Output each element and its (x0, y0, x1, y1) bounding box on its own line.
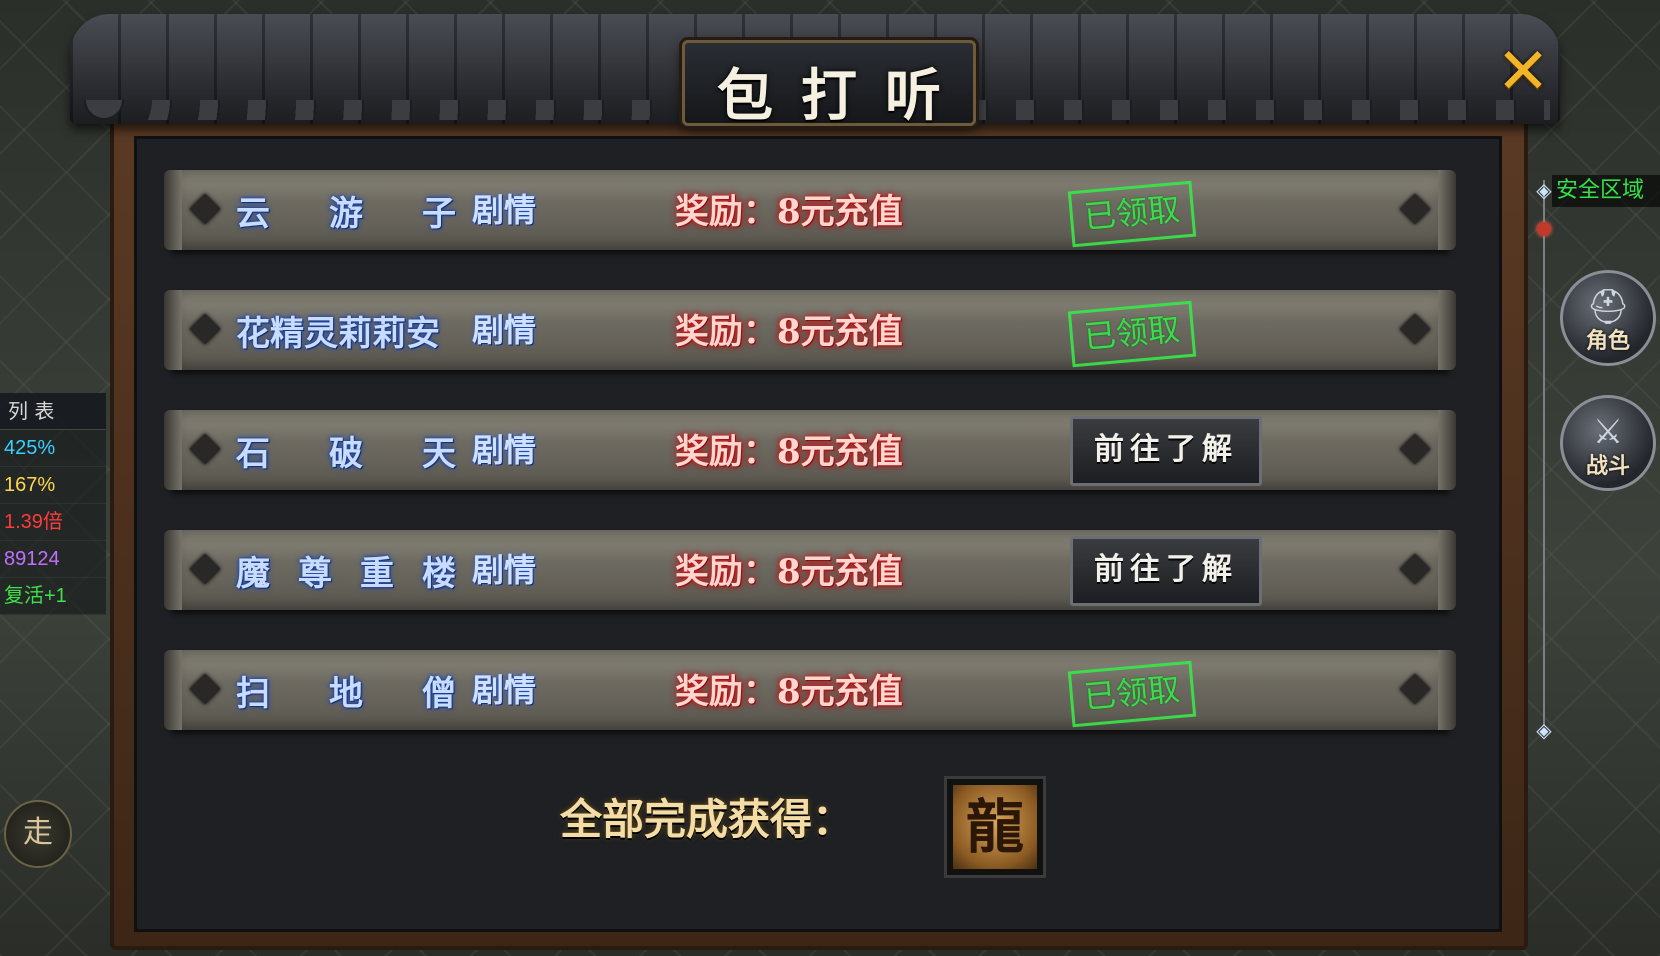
story-suffix: 剧情 (472, 551, 537, 589)
story-row: 花精灵莉莉安 剧情 奖励：8元充值 已领取 (164, 290, 1450, 370)
completion-footer: 全部完成获得： 龍 (134, 740, 1496, 910)
story-name-char: 破 (329, 433, 363, 474)
diamond-icon (189, 673, 221, 705)
diamond-icon (189, 313, 221, 345)
story-name-char: 重 (360, 553, 394, 594)
diamond-icon (189, 433, 221, 465)
crossed-swords-icon: ⚔ (1592, 412, 1624, 452)
complete-all-label: 全部完成获得： (560, 795, 855, 844)
story-name-char: 尊 (298, 553, 332, 594)
safe-zone-label: 安全区域 (1552, 175, 1660, 207)
story-name: 花精灵莉莉安 (236, 306, 456, 354)
story-name-char: 子 (422, 193, 456, 234)
intel-panel: 包打听 ✕ ◈ ◈ 云 游 子 剧情 奖励：8元充值 已领取 花精灵莉莉安 剧情… (70, 0, 1560, 956)
completion-reward-item[interactable]: 龍 (944, 776, 1046, 878)
story-name: 扫 地 僧 (236, 666, 456, 714)
story-suffix: 剧情 (472, 431, 537, 469)
story-name-char: 游 (329, 193, 363, 234)
story-name-char: 僧 (422, 673, 456, 714)
diamond-icon (189, 193, 221, 225)
dragon-icon: 龍 (953, 785, 1037, 869)
helmet-icon: ⛑ (1586, 287, 1630, 327)
story-name: 云 游 子 (236, 186, 456, 234)
story-name-char: 花精灵莉莉安 (236, 313, 440, 354)
diamond-icon (1399, 433, 1431, 465)
story-name-char: 楼 (422, 553, 456, 594)
diamond-icon (189, 553, 221, 585)
story-row: 扫 地 僧 剧情 奖励：8元充值 已领取 (164, 650, 1450, 730)
story-suffix: 剧情 (472, 311, 537, 349)
fight-button-label: 战斗 (1585, 454, 1630, 479)
go-learn-button[interactable]: 前往了解 (1070, 536, 1262, 606)
role-button[interactable]: ⛑ 角色 (1560, 270, 1656, 366)
story-row: 云 游 子 剧情 奖励：8元充值 已领取 (164, 170, 1450, 250)
story-suffix: 剧情 (472, 671, 537, 709)
close-button[interactable]: ✕ (1495, 40, 1551, 104)
story-name-char: 石 (236, 433, 270, 474)
story-name-char: 魔 (236, 553, 270, 594)
story-reward: 奖励：8元充值 (675, 432, 903, 472)
story-reward: 奖励：8元充值 (675, 192, 903, 232)
diamond-icon (1399, 193, 1431, 225)
go-learn-button[interactable]: 前往了解 (1070, 416, 1262, 486)
title-plate: 包打听 (682, 40, 976, 129)
story-reward: 奖励：8元充值 (675, 552, 903, 592)
story-suffix: 剧情 (472, 191, 537, 229)
scroll-up-icon[interactable]: ◈ (1534, 180, 1554, 200)
scrollbar-track[interactable] (1543, 180, 1545, 725)
story-name-char: 云 (236, 193, 270, 234)
story-reward: 奖励：8元充值 (675, 312, 903, 352)
story-name-char: 天 (422, 433, 456, 474)
panel-title: 包打听 (717, 63, 969, 129)
story-name-char: 地 (329, 673, 363, 714)
diamond-icon (1399, 553, 1431, 585)
role-button-label: 角色 (1585, 329, 1630, 354)
scroll-down-icon[interactable]: ◈ (1534, 720, 1554, 740)
claimed-stamp: 已领取 (1067, 300, 1197, 368)
story-reward: 奖励：8元充值 (675, 672, 903, 712)
scrollbar-thumb[interactable] (1537, 222, 1551, 236)
walk-toggle-button[interactable]: 走 (4, 800, 72, 868)
diamond-icon (1399, 313, 1431, 345)
story-row: 石 破 天 剧情 奖励：8元充值 前往了解 (164, 410, 1450, 490)
story-name-char: 扫 (236, 673, 270, 714)
claimed-stamp: 已领取 (1067, 180, 1197, 248)
claimed-stamp: 已领取 (1067, 660, 1197, 728)
story-row: 魔 尊 重 楼 剧情 奖励：8元充值 前往了解 (164, 530, 1450, 610)
fight-button[interactable]: ⚔ 战斗 (1560, 395, 1656, 491)
story-name: 魔 尊 重 楼 (236, 546, 456, 594)
story-name: 石 破 天 (236, 426, 456, 474)
diamond-icon (1399, 673, 1431, 705)
